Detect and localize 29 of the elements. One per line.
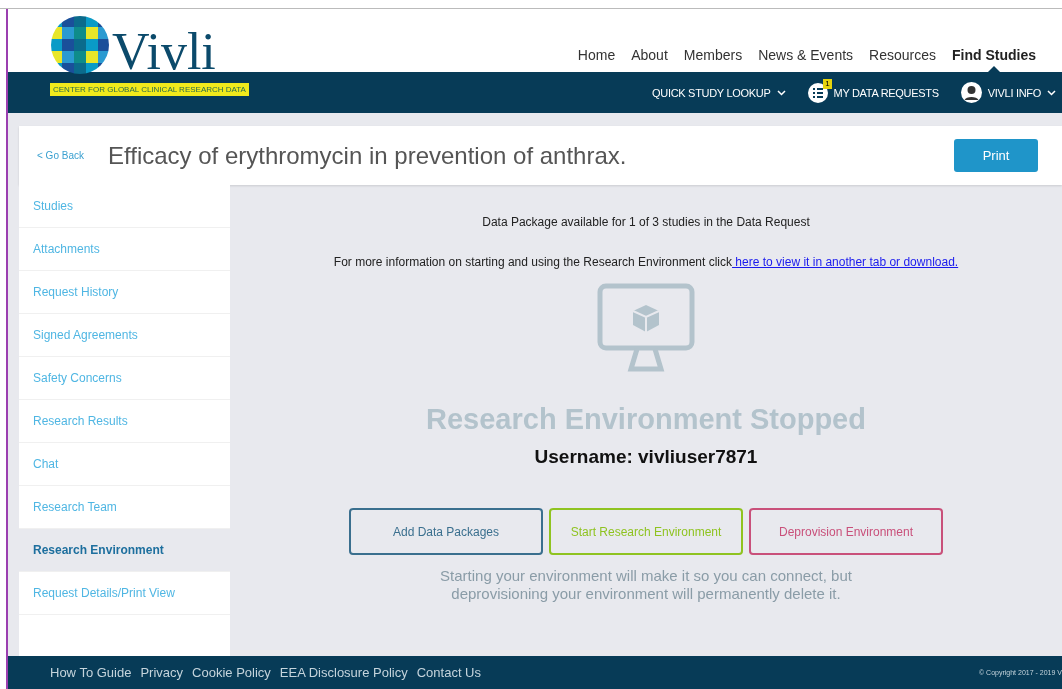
nav-link[interactable]: Resources	[861, 47, 944, 72]
user-avatar-icon	[960, 82, 982, 103]
nav-link[interactable]: News & Events	[750, 47, 862, 72]
nav-link[interactable]: Members	[675, 47, 751, 72]
logo-wordmark: Vivli	[112, 29, 216, 75]
footer-link[interactable]: Privacy	[140, 665, 184, 680]
action-button[interactable]: Deprovision Environment	[749, 508, 943, 555]
availability-text: Data Package available for 1 of 3 studies in the Data Request	[482, 215, 810, 229]
logo-globe-icon	[50, 15, 110, 75]
footer-link[interactable]: EEA Disclosure Policy	[279, 665, 408, 680]
nav-link[interactable]: About	[623, 47, 676, 72]
help-link[interactable]: here to view it in another tab or download.	[732, 255, 959, 269]
footer-link[interactable]: Cookie Policy	[192, 665, 271, 680]
action-button[interactable]: Add Data Packages	[349, 508, 543, 555]
info-text: For more information on starting and using the Research Environment click here to view it in another tab or download.	[333, 255, 959, 269]
chevron-down-icon	[1047, 89, 1056, 96]
footer-link[interactable]: How To Guide	[50, 665, 132, 680]
footer-link[interactable]: Contact Us	[416, 665, 481, 680]
environment-note: Starting your environment will make it so you can connect, but deprovisioning your environment will permanently delete it.	[439, 567, 853, 603]
list-icon	[807, 82, 828, 103]
account-menu[interactable]: VIVLI INFO	[960, 82, 1056, 103]
quick-study-lookup-menu[interactable]: QUICK STUDY LOOKUP	[652, 86, 786, 99]
monitor-cube-icon	[597, 283, 695, 373]
logo-tagline: CENTER FOR GLOBAL CLINICAL RESEARCH DATA	[50, 83, 249, 96]
username-text: Username: vivliuser7871	[534, 446, 758, 468]
chevron-down-icon	[776, 89, 786, 96]
nav-link[interactable]: Home	[569, 47, 624, 72]
notification-badge: 1	[823, 78, 832, 89]
page-title: Efficacy of erythromycin in prevention of anthrax.	[107, 141, 628, 170]
